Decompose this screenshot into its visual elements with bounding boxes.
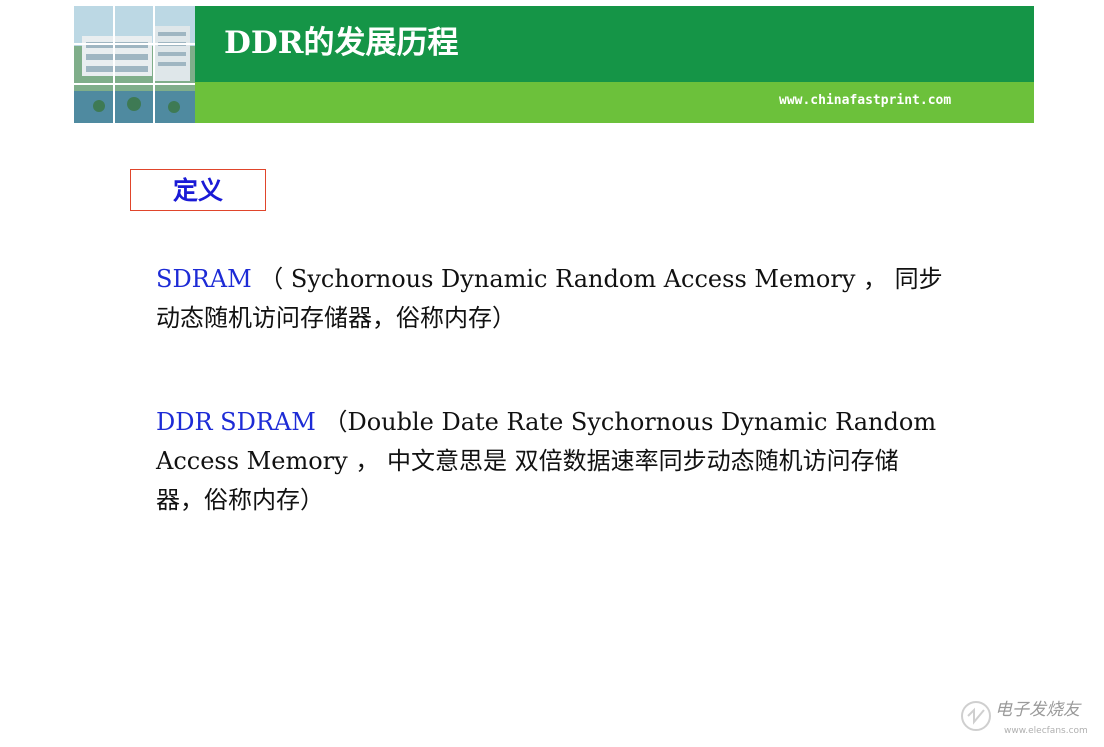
section-label-box: 定义: [130, 169, 266, 211]
watermark-text: 电子发烧友: [995, 700, 1080, 720]
definition-text: （ Sychornous Dynamic Random Access Memor…: [251, 265, 943, 293]
header-building-photo: [74, 6, 195, 123]
term-ddr-sdram: DDR SDRAM: [156, 408, 316, 436]
watermark-url: www.elecfans.com: [1004, 726, 1088, 736]
definition-line: 器，俗称内存）: [156, 486, 324, 514]
header-url: www.chinafastprint.com: [779, 93, 952, 108]
definition-ddr-sdram: DDR SDRAM （Double Date Rate Sychornous D…: [156, 403, 936, 520]
term-sdram: SDRAM: [156, 265, 252, 293]
section-label: 定义: [172, 175, 223, 205]
page-title: DDR的发展历程: [224, 25, 459, 61]
definition-line: DDR SDRAM （Double Date Rate Sychornous D…: [156, 403, 936, 442]
definition-sdram: SDRAM （ Sychornous Dynamic Random Access…: [156, 260, 943, 338]
definition-line: 动态随机访问存储器，俗称内存）: [156, 304, 516, 332]
definition-line: Access Memory ， 中文意思是 双倍数据速率同步动态随机访问存储: [156, 447, 899, 475]
definition-line: SDRAM （ Sychornous Dynamic Random Access…: [156, 260, 943, 299]
definition-text: （Double Date Rate Sychornous Dynamic Ran…: [315, 408, 937, 436]
